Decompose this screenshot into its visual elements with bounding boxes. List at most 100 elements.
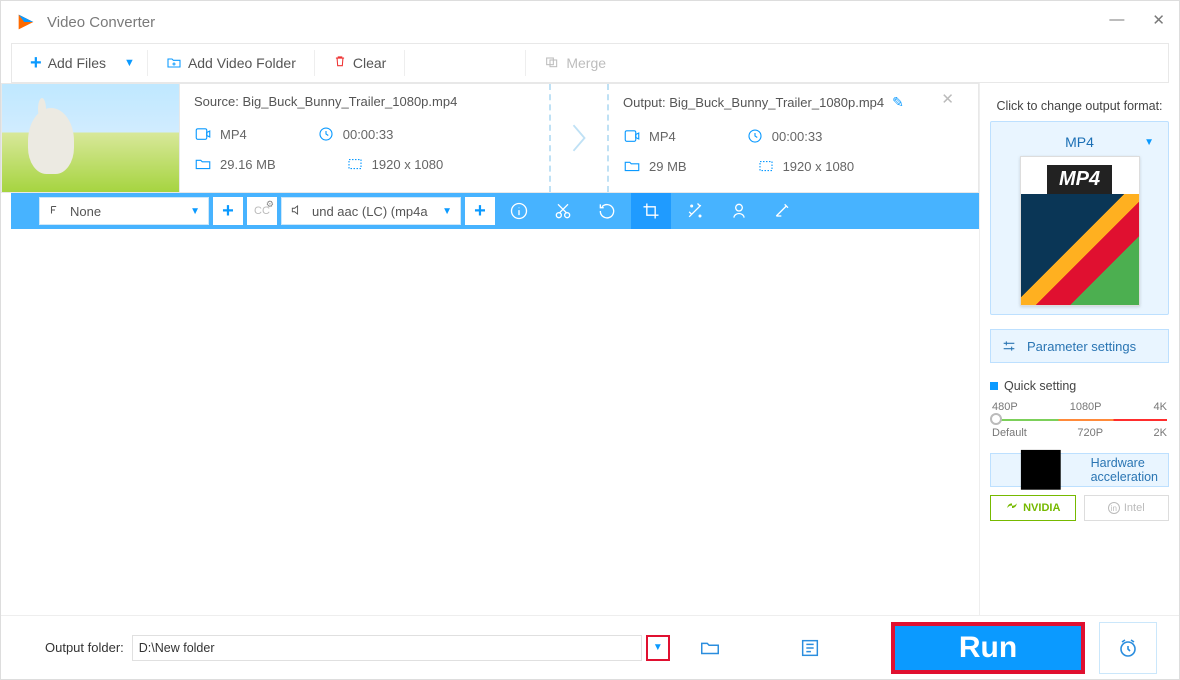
footer-bar: Output folder: ▼ Run	[1, 615, 1179, 679]
rotate-button[interactable]	[587, 193, 627, 229]
main-toolbar: + Add Files ▼ Add Video Folder Clear Mer…	[11, 43, 1169, 83]
gpu-options: NVIDIA in Intel	[990, 495, 1169, 521]
plus-icon: +	[222, 200, 234, 223]
enhance-button[interactable]	[763, 193, 803, 229]
audio-value: und aac (LC) (mp4a	[312, 204, 428, 219]
main-area: ✕ Source: Big_Buck_Bunny_Trailer_1080p.m…	[1, 83, 1179, 615]
app-title: Video Converter	[47, 14, 155, 31]
file-icon	[194, 155, 212, 173]
src-resolution: 1920 x 1080	[346, 155, 444, 173]
rename-button[interactable]: ✎	[892, 94, 904, 110]
src-duration: 00:00:33	[317, 125, 394, 143]
subtitle-icon	[48, 203, 62, 220]
video-thumbnail[interactable]	[1, 83, 179, 193]
subtitle-value: None	[70, 204, 101, 219]
hw-accel-label: Hardware acceleration	[1091, 456, 1158, 484]
sliders-icon	[1001, 338, 1017, 354]
add-files-button[interactable]: + Add Files	[12, 44, 124, 82]
format-badge: MP4	[1047, 165, 1112, 194]
separator	[404, 50, 405, 76]
dimensions-icon	[757, 157, 775, 175]
out-duration: 00:00:33	[746, 127, 823, 145]
out-format: MP4	[623, 127, 676, 145]
run-label: Run	[959, 631, 1017, 665]
clock-icon	[746, 127, 764, 145]
out-resolution: 1920 x 1080	[757, 157, 855, 175]
add-files-dropdown[interactable]: ▼	[124, 57, 147, 69]
open-folder-button[interactable]	[690, 637, 730, 659]
output-folder-input[interactable]	[132, 635, 642, 661]
output-folder-label: Output folder:	[45, 640, 124, 655]
clear-label: Clear	[353, 55, 386, 71]
intel-option[interactable]: in Intel	[1084, 495, 1170, 521]
audio-track-select[interactable]: und aac (LC) (mp4a ▼	[281, 197, 461, 225]
add-folder-button[interactable]: Add Video Folder	[148, 44, 314, 82]
file-list-area: ✕ Source: Big_Buck_Bunny_Trailer_1080p.m…	[1, 83, 979, 615]
minimize-button[interactable]: —	[1109, 11, 1124, 29]
parameter-settings-button[interactable]: Parameter settings	[990, 329, 1169, 363]
effects-button[interactable]	[675, 193, 715, 229]
merge-label: Merge	[566, 55, 606, 71]
app-window: Video Converter — ✕ + Add Files ▼ Add Vi…	[0, 0, 1180, 680]
remove-file-button[interactable]: ✕	[941, 90, 954, 108]
close-button[interactable]: ✕	[1152, 11, 1165, 29]
edit-toolbar: None ▼ + CC⚙ und aac (LC) (mp4a ▼ +	[11, 193, 979, 229]
file-info: ✕ Source: Big_Buck_Bunny_Trailer_1080p.m…	[179, 83, 979, 193]
add-audio-button[interactable]: +	[465, 197, 495, 225]
app-logo-icon	[15, 11, 37, 33]
video-icon	[623, 127, 641, 145]
folder-history-dropdown[interactable]: ▼	[646, 635, 670, 661]
file-item: ✕ Source: Big_Buck_Bunny_Trailer_1080p.m…	[1, 83, 979, 193]
task-list-button[interactable]	[790, 637, 830, 659]
caret-icon: ▼	[190, 206, 200, 217]
slider-handle[interactable]	[990, 413, 1002, 425]
title-bar: Video Converter — ✕	[1, 1, 1179, 43]
merge-icon	[544, 54, 560, 73]
info-button[interactable]	[499, 193, 539, 229]
subtitle-select[interactable]: None ▼	[39, 197, 209, 225]
file-icon	[623, 157, 641, 175]
trim-button[interactable]	[543, 193, 583, 229]
run-button[interactable]: Run	[891, 622, 1085, 674]
caret-icon: ▼	[653, 642, 663, 653]
add-folder-label: Add Video Folder	[188, 55, 296, 71]
merge-button: Merge	[526, 44, 624, 82]
intel-icon: in	[1108, 502, 1120, 514]
add-subtitle-button[interactable]: +	[213, 197, 243, 225]
folder-plus-icon	[166, 55, 182, 71]
video-icon	[194, 125, 212, 143]
add-files-label: Add Files	[48, 55, 106, 71]
cc-button[interactable]: CC⚙	[247, 197, 277, 225]
format-name: MP4	[1065, 134, 1094, 150]
quick-setting-label: Quick setting	[1004, 379, 1076, 393]
clock-icon	[317, 125, 335, 143]
output-info: Output: Big_Buck_Bunny_Trailer_1080p.mp4…	[609, 84, 978, 192]
speaker-icon	[290, 203, 304, 220]
out-size: 29 MB	[623, 157, 687, 175]
nvidia-icon	[1005, 501, 1019, 515]
schedule-button[interactable]	[1099, 622, 1157, 674]
source-filename: Big_Buck_Bunny_Trailer_1080p.mp4	[242, 94, 457, 109]
dimensions-icon	[346, 155, 364, 173]
bullet-icon	[990, 382, 998, 390]
trash-icon	[333, 53, 347, 73]
output-format-panel: Click to change output format: MP4 ▼ MP4…	[979, 83, 1179, 615]
param-settings-label: Parameter settings	[1027, 339, 1136, 354]
format-hint-label: Click to change output format:	[990, 99, 1169, 113]
quality-slider[interactable]	[990, 417, 1169, 423]
clear-button[interactable]: Clear	[315, 44, 404, 82]
convert-arrow-icon	[549, 84, 609, 192]
preset-labels-top: 480P 1080P 4K	[990, 401, 1169, 413]
format-preview-icon: MP4	[1020, 156, 1140, 306]
watermark-button[interactable]	[719, 193, 759, 229]
output-filename: Big_Buck_Bunny_Trailer_1080p.mp4	[669, 95, 884, 110]
plus-icon: +	[474, 200, 486, 223]
format-selector[interactable]: MP4 ▼ MP4	[990, 121, 1169, 315]
plus-icon: +	[30, 52, 42, 75]
src-format: MP4	[194, 125, 247, 143]
hardware-accel-button[interactable]: Hardware acceleration	[990, 453, 1169, 487]
output-label: Output:	[623, 95, 666, 110]
nvidia-option[interactable]: NVIDIA	[990, 495, 1076, 521]
crop-button[interactable]	[631, 193, 671, 229]
source-label: Source:	[194, 94, 239, 109]
